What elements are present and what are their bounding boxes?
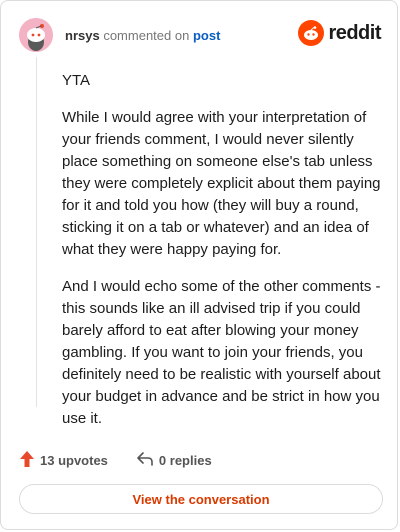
comment-paragraph: And I would echo some of the other comme… [62,278,381,427]
user-avatar-icon[interactable] [19,18,53,52]
reddit-logo-icon [298,20,325,46]
post-link[interactable]: post [193,28,220,43]
username[interactable]: nrsys [65,28,100,43]
comment-card: nrsys commented on post reddit YTA While… [0,0,398,530]
comment-header: nrsys commented on post reddit [19,17,381,53]
comment-paragraph: While I would agree with your interpreta… [62,109,381,258]
reply-arrow-icon [136,451,154,470]
view-conversation-button[interactable]: View the conversation [19,484,383,514]
upvote-button[interactable]: 13 upvotes [19,450,108,471]
replies-button[interactable]: 0 replies [136,451,212,470]
comment-footer: 13 upvotes 0 replies [19,448,240,472]
upvote-count: 13 upvotes [40,452,108,468]
comment-paragraph: YTA [62,72,91,89]
comment-body: YTA While I would agree with your interp… [62,70,382,445]
reddit-wordmark: reddit [328,21,381,44]
comment-meta: nrsys commented on post [65,28,220,43]
reply-count: 0 replies [158,452,212,468]
upvote-arrow-icon [19,450,35,471]
action-text: commented on [103,27,190,43]
thread-line [36,57,37,407]
reddit-brand[interactable]: reddit [298,20,381,46]
